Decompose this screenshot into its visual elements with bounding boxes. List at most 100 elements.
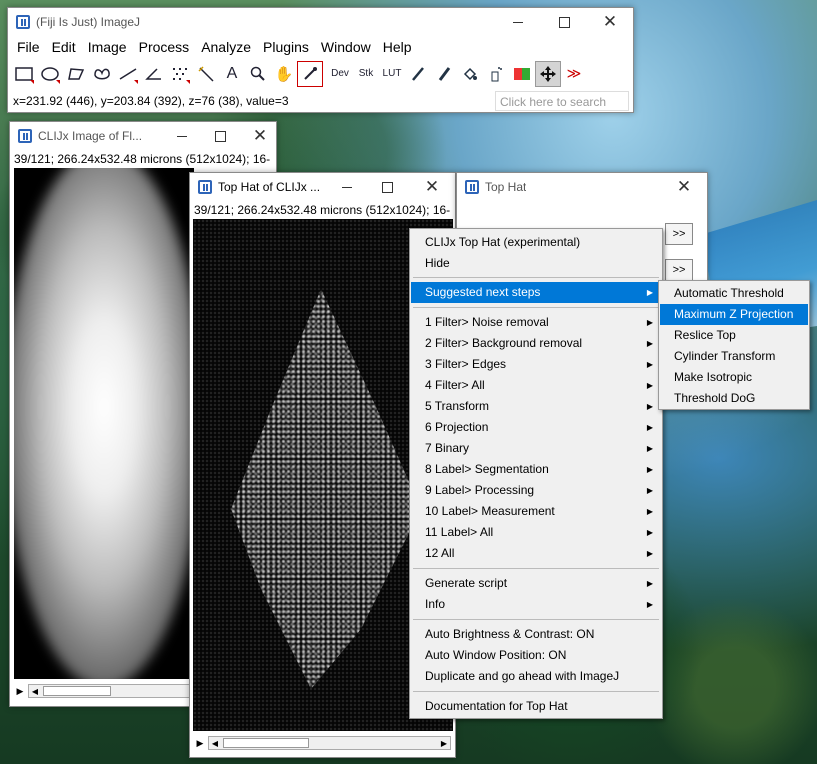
- search-input[interactable]: Click here to search: [495, 91, 629, 111]
- menu-help[interactable]: Help: [377, 39, 418, 55]
- image1-canvas[interactable]: [14, 168, 194, 679]
- close-button[interactable]: ✕: [240, 122, 280, 150]
- close-button[interactable]: ✕: [409, 173, 455, 201]
- menu-item-binary[interactable]: 7 Binary ▶: [411, 438, 661, 459]
- menu-plugins[interactable]: Plugins: [257, 39, 315, 55]
- menu-item-info[interactable]: Info ▶: [411, 594, 661, 615]
- scrollbar-thumb[interactable]: [43, 686, 111, 696]
- menu-item-label-all[interactable]: 11 Label> All ▶: [411, 522, 661, 543]
- spray-icon[interactable]: [483, 61, 509, 87]
- menu-item-label: Duplicate and go ahead with ImageJ: [425, 669, 620, 683]
- menu-item-filter-all[interactable]: 4 Filter> All ▶: [411, 375, 661, 396]
- angle-tool-icon[interactable]: [141, 61, 167, 87]
- dialog-titlebar[interactable]: Top Hat ✕: [457, 173, 707, 201]
- hand-icon[interactable]: ✋: [271, 61, 297, 87]
- menu-item-filter-background[interactable]: 2 Filter> Background removal ▶: [411, 333, 661, 354]
- menu-process[interactable]: Process: [133, 39, 196, 55]
- text-tool-icon[interactable]: A: [219, 61, 245, 87]
- image1-titlebar[interactable]: CLIJx Image of Fl... ✕: [10, 122, 276, 150]
- menu-edit[interactable]: Edit: [46, 39, 82, 55]
- submenu-item-maximum-z-projection[interactable]: Maximum Z Projection: [660, 304, 808, 325]
- menu-item-projection[interactable]: 6 Projection ▶: [411, 417, 661, 438]
- menu-item-label: 2 Filter> Background removal: [425, 336, 583, 350]
- minimize-button[interactable]: [329, 173, 365, 201]
- image2-slice-scrollbar[interactable]: ▶ ◀ ▶: [194, 735, 453, 751]
- menu-separator: [413, 568, 659, 569]
- menu-image[interactable]: Image: [82, 39, 133, 55]
- line-tool-icon[interactable]: [115, 61, 141, 87]
- submenu-item-make-isotropic[interactable]: Make Isotropic: [660, 367, 808, 388]
- minimize-button[interactable]: [164, 122, 200, 150]
- submenu-item-reslice-top[interactable]: Reslice Top: [660, 325, 808, 346]
- close-button[interactable]: ✕: [587, 8, 633, 36]
- maximize-button[interactable]: [200, 122, 240, 150]
- brush-icon[interactable]: [431, 61, 457, 87]
- scrollbar-track[interactable]: ◀ ▶: [208, 736, 451, 750]
- menu-item-label-segmentation[interactable]: 8 Label> Segmentation ▶: [411, 459, 661, 480]
- oval-tool-icon[interactable]: [37, 61, 63, 87]
- flood-fill-icon[interactable]: [457, 61, 483, 87]
- menu-item-duplicate[interactable]: Duplicate and go ahead with ImageJ: [411, 666, 661, 687]
- play-icon[interactable]: ▶: [14, 685, 26, 697]
- submenu-arrow-icon: ▶: [646, 600, 653, 609]
- menu-item-filter-noise[interactable]: 1 Filter> Noise removal ▶: [411, 312, 661, 333]
- menu-item-hide[interactable]: Hide: [411, 253, 661, 274]
- magnifier-icon[interactable]: [245, 61, 271, 87]
- menu-item-label: 9 Label> Processing: [425, 483, 535, 497]
- submenu-arrow-icon: ▶: [646, 423, 653, 432]
- scrollbar-track[interactable]: ◀: [28, 684, 192, 698]
- dev-tool[interactable]: Dev: [327, 61, 353, 87]
- menu-item-label-measurement[interactable]: 10 Label> Measurement ▶: [411, 501, 661, 522]
- submenu-arrow-icon: ▶: [646, 444, 653, 453]
- menu-item-documentation[interactable]: Documentation for Top Hat: [411, 696, 661, 717]
- color-picker-icon[interactable]: [297, 60, 323, 87]
- menu-window[interactable]: Window: [315, 39, 377, 55]
- status-bar: x=231.92 (446), y=203.84 (392), z=76 (38…: [8, 89, 633, 113]
- main-titlebar[interactable]: (Fiji Is Just) ImageJ ✕: [8, 8, 633, 36]
- maximize-button[interactable]: [365, 173, 409, 201]
- submenu-item-cylinder-transform[interactable]: Cylinder Transform: [660, 346, 808, 367]
- point-tool-icon[interactable]: [167, 61, 193, 87]
- scroll-left-icon[interactable]: ◀: [209, 737, 221, 749]
- scroll-left-icon[interactable]: ◀: [29, 685, 41, 697]
- dialog-expand-button[interactable]: >>: [665, 223, 693, 245]
- scrollbar-thumb[interactable]: [223, 738, 309, 748]
- close-button[interactable]: ✕: [661, 173, 707, 201]
- menu-item-suggested-next-steps[interactable]: Suggested next steps ▶: [411, 282, 661, 303]
- play-icon[interactable]: ▶: [194, 737, 206, 749]
- pencil-icon[interactable]: [405, 61, 431, 87]
- freehand-tool-icon[interactable]: [89, 61, 115, 87]
- color-icon[interactable]: [509, 61, 535, 87]
- lut-tool[interactable]: LUT: [379, 61, 405, 87]
- menu-file[interactable]: File: [11, 39, 46, 55]
- menu-item-transform[interactable]: 5 Transform ▶: [411, 396, 661, 417]
- rectangle-tool-icon[interactable]: [11, 61, 37, 87]
- menu-item-auto-brightness[interactable]: Auto Brightness & Contrast: ON: [411, 624, 661, 645]
- submenu-arrow-icon: ▶: [646, 507, 653, 516]
- minimize-button[interactable]: [495, 8, 541, 36]
- maximize-button[interactable]: [541, 8, 587, 36]
- menu-item-label: 12 All: [425, 546, 455, 560]
- image2-titlebar[interactable]: Top Hat of CLIJx ... ✕: [190, 173, 455, 201]
- scroll-right-icon[interactable]: ▶: [438, 737, 450, 749]
- submenu-arrow-icon: ▶: [646, 465, 653, 474]
- submenu-item-automatic-threshold[interactable]: Automatic Threshold: [660, 283, 808, 304]
- menu-item-all[interactable]: 12 All ▶: [411, 543, 661, 564]
- wand-tool-icon[interactable]: [193, 61, 219, 87]
- menu-item-auto-window-position[interactable]: Auto Window Position: ON: [411, 645, 661, 666]
- menu-analyze[interactable]: Analyze: [195, 39, 257, 55]
- dialog-expand-button[interactable]: >>: [665, 259, 693, 281]
- more-tools-icon[interactable]: ≫: [561, 61, 587, 87]
- image1-slice-scrollbar[interactable]: ▶ ◀: [14, 683, 194, 699]
- submenu-arrow-icon: ▶: [646, 402, 653, 411]
- move-icon[interactable]: [535, 60, 561, 87]
- stk-tool[interactable]: Stk: [353, 61, 379, 87]
- submenu-arrow-icon: ▶: [646, 360, 653, 369]
- menu-item-clijx-top-hat[interactable]: CLIJx Top Hat (experimental): [411, 232, 661, 253]
- polygon-tool-icon[interactable]: [63, 61, 89, 87]
- imagej-main-window: (Fiji Is Just) ImageJ ✕ File Edit Image …: [7, 7, 634, 113]
- menu-item-filter-edges[interactable]: 3 Filter> Edges ▶: [411, 354, 661, 375]
- submenu-item-threshold-dog[interactable]: Threshold DoG: [660, 388, 808, 409]
- menu-item-generate-script[interactable]: Generate script ▶: [411, 573, 661, 594]
- menu-item-label-processing[interactable]: 9 Label> Processing ▶: [411, 480, 661, 501]
